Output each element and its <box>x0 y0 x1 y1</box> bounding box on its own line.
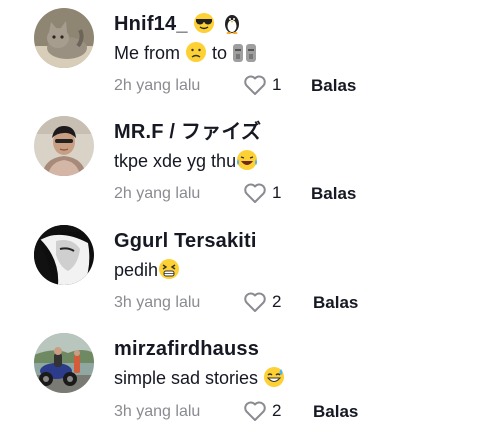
comment-item: Hnif14_ Me from to 2h yang lalu 1 Balas <box>0 0 503 108</box>
like-button[interactable]: 2 <box>243 400 281 422</box>
avatar[interactable] <box>34 116 94 176</box>
sad-face-icon <box>185 41 207 63</box>
reply-button[interactable]: Balas <box>311 184 356 204</box>
comment-text: tkpe xde yg thu <box>114 149 258 173</box>
person-avatar-image <box>34 116 94 176</box>
like-button[interactable]: 1 <box>243 74 281 96</box>
heart-icon <box>244 183 266 203</box>
comment-time: 3h yang lalu <box>114 294 201 311</box>
avatar[interactable] <box>34 333 94 393</box>
comment-text: simple sad stories <box>114 366 285 390</box>
reply-button[interactable]: Balas <box>311 76 356 96</box>
heart-icon <box>244 401 266 421</box>
like-button[interactable]: 1 <box>243 182 281 204</box>
comment-time: 3h yang lalu <box>114 403 201 420</box>
avatar[interactable] <box>34 8 94 68</box>
cat-avatar-image <box>34 8 94 68</box>
person-avatar-image <box>34 225 94 285</box>
sunglasses-face-icon <box>193 12 215 34</box>
like-button[interactable]: 2 <box>243 291 281 313</box>
comment-username[interactable]: Ggurl Tersakiti <box>114 229 257 253</box>
laughing-tears-icon <box>236 149 258 171</box>
comment-username[interactable]: mirzafirdhauss <box>114 337 259 361</box>
like-count: 1 <box>272 183 282 202</box>
comment-time: 2h yang lalu <box>114 185 201 202</box>
comment-item: MR.F / ファイズ tkpe xde yg thu 2h yang lalu… <box>0 108 503 216</box>
comment-item: Ggurl Tersakiti pedih 3h yang lalu 2 Bal… <box>0 216 503 324</box>
comment-text: Me from to <box>114 41 258 65</box>
grinning-sweat-icon <box>263 366 285 388</box>
comment-text: pedih <box>114 258 180 282</box>
comment-time: 2h yang lalu <box>114 77 201 94</box>
like-count: 2 <box>272 401 282 420</box>
like-count: 1 <box>272 75 282 94</box>
heart-icon <box>244 75 266 95</box>
like-count: 2 <box>272 292 282 311</box>
reply-button[interactable]: Balas <box>313 293 358 313</box>
avatar[interactable] <box>34 225 94 285</box>
penguin-icon <box>221 12 243 34</box>
motorbike-avatar-image <box>34 333 94 393</box>
heart-icon <box>244 292 266 312</box>
comment-username[interactable]: MR.F / ファイズ <box>114 120 261 144</box>
comment-item: mirzafirdhauss simple sad stories 3h yan… <box>0 324 503 432</box>
tired-face-icon <box>158 258 180 280</box>
moai-icon <box>232 41 258 63</box>
reply-button[interactable]: Balas <box>313 402 358 422</box>
comment-username[interactable]: Hnif14_ <box>114 12 243 36</box>
